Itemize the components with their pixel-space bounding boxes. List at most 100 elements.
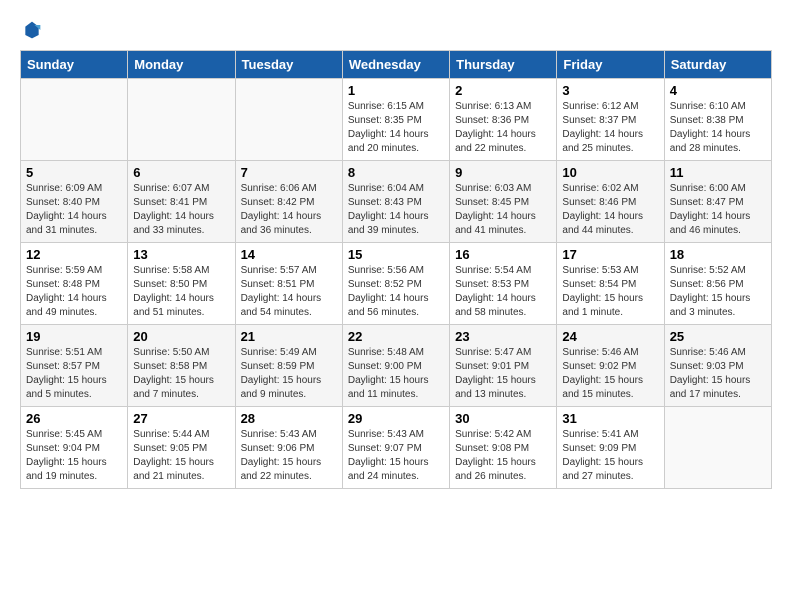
day-number: 4 xyxy=(670,83,766,98)
calendar-cell: 25 Sunrise: 5:46 AMSunset: 9:03 PMDayligh… xyxy=(664,325,771,407)
day-number: 20 xyxy=(133,329,229,344)
day-info: Sunrise: 6:07 AMSunset: 8:41 PMDaylight:… xyxy=(133,182,229,238)
calendar-cell: 7 Sunrise: 6:06 AMSunset: 8:42 PMDaylight… xyxy=(235,161,342,243)
calendar-cell: 12Sunrise: 5:59 AMSunset: 8:48 PMDayligh… xyxy=(21,243,128,325)
day-number: 1 xyxy=(348,83,444,98)
calendar-cell: 6Sunrise: 6:07 AMSunset: 8:41 PMDaylight… xyxy=(128,161,235,243)
logo xyxy=(20,20,42,40)
calendar-cell: 21Sunrise: 5:49 AMSunset: 8:59 PMDayligh… xyxy=(235,325,342,407)
day-info: Sunrise: 5:51 AMSunset: 8:57 PMDaylight:… xyxy=(26,346,122,402)
day-info: Sunrise: 5:44 AMSunset: 9:05 PMDaylight:… xyxy=(133,428,229,484)
day-info: Sunrise: 5:46 AMSunset: 9:02 PMDaylight:… xyxy=(562,346,658,402)
calendar-cell: 3 Sunrise: 6:12 AMSunset: 8:37 PMDaylight… xyxy=(557,79,664,161)
calendar-cell: 23 Sunrise: 5:47 AMSunset: 9:01 PMDayligh… xyxy=(450,325,557,407)
calendar-cell: 28 Sunrise: 5:43 AMSunset: 9:06 PMDayligh… xyxy=(235,407,342,489)
calendar-week-row: 19 Sunrise: 5:51 AMSunset: 8:57 PMDayligh… xyxy=(21,325,772,407)
day-info: Sunrise: 5:56 AMSunset: 8:52 PMDaylight:… xyxy=(348,264,444,320)
calendar-cell: 29Sunrise: 5:43 AMSunset: 9:07 PMDayligh… xyxy=(342,407,449,489)
calendar-cell: 30 Sunrise: 5:42 AMSunset: 9:08 PMDayligh… xyxy=(450,407,557,489)
day-number: 19 xyxy=(26,329,122,344)
calendar-cell: 9 Sunrise: 6:03 AMSunset: 8:45 PMDaylight… xyxy=(450,161,557,243)
calendar-cell: 10 Sunrise: 6:02 AMSunset: 8:46 PMDayligh… xyxy=(557,161,664,243)
day-info: Sunrise: 5:50 AMSunset: 8:58 PMDaylight:… xyxy=(133,346,229,402)
calendar-cell xyxy=(21,79,128,161)
day-number: 5 xyxy=(26,165,122,180)
calendar-cell: 24 Sunrise: 5:46 AMSunset: 9:02 PMDayligh… xyxy=(557,325,664,407)
day-number: 14 xyxy=(241,247,337,262)
day-number: 3 xyxy=(562,83,658,98)
day-number: 24 xyxy=(562,329,658,344)
day-info: Sunrise: 5:54 AMSunset: 8:53 PMDaylight:… xyxy=(455,264,551,320)
day-info: Sunrise: 6:15 AMSunset: 8:35 PMDaylight:… xyxy=(348,100,444,156)
calendar-cell xyxy=(128,79,235,161)
day-number: 30 xyxy=(455,411,551,426)
calendar-week-row: 26Sunrise: 5:45 AMSunset: 9:04 PMDayligh… xyxy=(21,407,772,489)
calendar-cell: 13 Sunrise: 5:58 AMSunset: 8:50 PMDayligh… xyxy=(128,243,235,325)
calendar-cell: 22 Sunrise: 5:48 AMSunset: 9:00 PMDayligh… xyxy=(342,325,449,407)
page-header xyxy=(20,20,772,40)
day-info: Sunrise: 6:13 AMSunset: 8:36 PMDaylight:… xyxy=(455,100,551,156)
day-number: 22 xyxy=(348,329,444,344)
calendar-week-row: 12Sunrise: 5:59 AMSunset: 8:48 PMDayligh… xyxy=(21,243,772,325)
day-header: Monday xyxy=(128,51,235,79)
day-number: 23 xyxy=(455,329,551,344)
calendar-cell: 19 Sunrise: 5:51 AMSunset: 8:57 PMDayligh… xyxy=(21,325,128,407)
calendar-cell: 11 Sunrise: 6:00 AMSunset: 8:47 PMDayligh… xyxy=(664,161,771,243)
day-number: 28 xyxy=(241,411,337,426)
day-number: 2 xyxy=(455,83,551,98)
calendar-cell xyxy=(235,79,342,161)
calendar-cell: 26Sunrise: 5:45 AMSunset: 9:04 PMDayligh… xyxy=(21,407,128,489)
day-info: Sunrise: 6:02 AMSunset: 8:46 PMDaylight:… xyxy=(562,182,658,238)
calendar-cell: 2 Sunrise: 6:13 AMSunset: 8:36 PMDaylight… xyxy=(450,79,557,161)
day-info: Sunrise: 5:47 AMSunset: 9:01 PMDaylight:… xyxy=(455,346,551,402)
day-info: Sunrise: 5:57 AMSunset: 8:51 PMDaylight:… xyxy=(241,264,337,320)
calendar-cell: 8 Sunrise: 6:04 AMSunset: 8:43 PMDaylight… xyxy=(342,161,449,243)
calendar-cell: 5 Sunrise: 6:09 AMSunset: 8:40 PMDaylight… xyxy=(21,161,128,243)
day-number: 18 xyxy=(670,247,766,262)
day-number: 8 xyxy=(348,165,444,180)
day-info: Sunrise: 6:10 AMSunset: 8:38 PMDaylight:… xyxy=(670,100,766,156)
calendar-cell: 27 Sunrise: 5:44 AMSunset: 9:05 PMDayligh… xyxy=(128,407,235,489)
day-header: Sunday xyxy=(21,51,128,79)
day-info: Sunrise: 5:53 AMSunset: 8:54 PMDaylight:… xyxy=(562,264,658,320)
day-info: Sunrise: 5:48 AMSunset: 9:00 PMDaylight:… xyxy=(348,346,444,402)
calendar-week-row: 5 Sunrise: 6:09 AMSunset: 8:40 PMDaylight… xyxy=(21,161,772,243)
day-info: Sunrise: 6:04 AMSunset: 8:43 PMDaylight:… xyxy=(348,182,444,238)
calendar-cell: 1 Sunrise: 6:15 AMSunset: 8:35 PMDaylight… xyxy=(342,79,449,161)
day-number: 7 xyxy=(241,165,337,180)
day-info: Sunrise: 5:41 AMSunset: 9:09 PMDaylight:… xyxy=(562,428,658,484)
day-number: 11 xyxy=(670,165,766,180)
calendar-cell: 4 Sunrise: 6:10 AMSunset: 8:38 PMDaylight… xyxy=(664,79,771,161)
day-info: Sunrise: 6:03 AMSunset: 8:45 PMDaylight:… xyxy=(455,182,551,238)
day-info: Sunrise: 5:59 AMSunset: 8:48 PMDaylight:… xyxy=(26,264,122,320)
day-info: Sunrise: 5:42 AMSunset: 9:08 PMDaylight:… xyxy=(455,428,551,484)
day-number: 10 xyxy=(562,165,658,180)
day-number: 9 xyxy=(455,165,551,180)
calendar-cell: 17 Sunrise: 5:53 AMSunset: 8:54 PMDayligh… xyxy=(557,243,664,325)
calendar-table: SundayMondayTuesdayWednesdayThursdayFrid… xyxy=(20,50,772,489)
day-number: 17 xyxy=(562,247,658,262)
day-info: Sunrise: 5:58 AMSunset: 8:50 PMDaylight:… xyxy=(133,264,229,320)
day-header: Thursday xyxy=(450,51,557,79)
day-info: Sunrise: 6:12 AMSunset: 8:37 PMDaylight:… xyxy=(562,100,658,156)
day-info: Sunrise: 5:43 AMSunset: 9:07 PMDaylight:… xyxy=(348,428,444,484)
calendar-week-row: 1 Sunrise: 6:15 AMSunset: 8:35 PMDaylight… xyxy=(21,79,772,161)
day-number: 16 xyxy=(455,247,551,262)
calendar-header-row: SundayMondayTuesdayWednesdayThursdayFrid… xyxy=(21,51,772,79)
day-number: 27 xyxy=(133,411,229,426)
calendar-cell: 18Sunrise: 5:52 AMSunset: 8:56 PMDayligh… xyxy=(664,243,771,325)
day-number: 25 xyxy=(670,329,766,344)
calendar-cell: 20 Sunrise: 5:50 AMSunset: 8:58 PMDayligh… xyxy=(128,325,235,407)
day-info: Sunrise: 5:43 AMSunset: 9:06 PMDaylight:… xyxy=(241,428,337,484)
logo-icon xyxy=(22,20,42,40)
day-number: 31 xyxy=(562,411,658,426)
day-info: Sunrise: 6:09 AMSunset: 8:40 PMDaylight:… xyxy=(26,182,122,238)
day-header: Friday xyxy=(557,51,664,79)
calendar-cell: 15Sunrise: 5:56 AMSunset: 8:52 PMDayligh… xyxy=(342,243,449,325)
day-info: Sunrise: 6:06 AMSunset: 8:42 PMDaylight:… xyxy=(241,182,337,238)
day-info: Sunrise: 6:00 AMSunset: 8:47 PMDaylight:… xyxy=(670,182,766,238)
day-info: Sunrise: 5:46 AMSunset: 9:03 PMDaylight:… xyxy=(670,346,766,402)
day-number: 13 xyxy=(133,247,229,262)
calendar-cell: 31 Sunrise: 5:41 AMSunset: 9:09 PMDayligh… xyxy=(557,407,664,489)
calendar-cell xyxy=(664,407,771,489)
